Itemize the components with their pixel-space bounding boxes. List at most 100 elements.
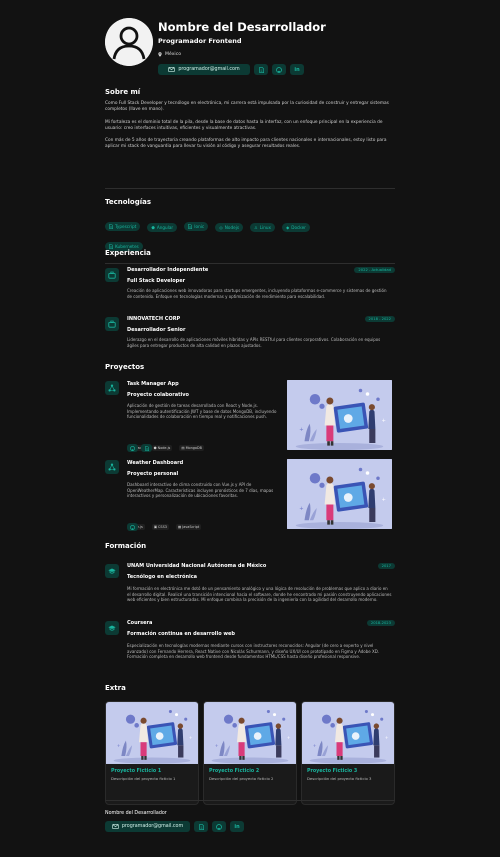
project-item: Weather Dashboard Proyecto personal Dash… (105, 459, 395, 533)
extra-card[interactable]: Proyecto Ficticio 1 Descripción del proy… (105, 701, 199, 805)
document-icon (259, 67, 264, 73)
github-icon (276, 67, 282, 73)
project-illustration (284, 459, 395, 529)
education-title: Formación (105, 542, 147, 550)
experience-position: Full Stack Developer (127, 278, 186, 284)
linkedin-icon: in (294, 66, 300, 73)
briefcase-icon (108, 271, 116, 279)
education-icon (105, 621, 119, 635)
experience-company: Desarrollador Independiente (127, 267, 209, 273)
tech-chips: Typescript ⬟ Angular Ionic ◎ Nodejs ♙ Linux… (105, 214, 355, 253)
project-github-button[interactable] (127, 523, 138, 531)
education-school: Coursera (127, 620, 153, 626)
project-type: Proyecto colaborativo (127, 392, 189, 398)
divider (105, 188, 395, 189)
tech-chip: ⬟ Angular (147, 223, 178, 232)
tech-tag: ▣ CSS3 (151, 524, 169, 530)
angular-icon: ⬟ (151, 225, 155, 230)
tech-chip: Ionic (184, 222, 209, 231)
tech-tag: ⬢ Node.js (151, 445, 173, 451)
about-paragraph-3: Con más de 5 años de trayectoria creando… (105, 138, 387, 150)
project-icon (105, 381, 119, 395)
extra-illustration (204, 702, 296, 764)
javascript-icon: ▦ (177, 525, 182, 529)
tech-tag: ▤ MongoDB (179, 445, 204, 451)
extra-card-image (302, 702, 394, 764)
education-school: UNAM Universidad Nacional Autónoma de Mé… (127, 563, 267, 569)
project-icon (105, 460, 119, 474)
location: México (158, 52, 181, 57)
footer: Nombre del Desarrollador programador@gma… (105, 811, 395, 832)
typescript-icon (109, 224, 113, 229)
education-degree: Tecnólogo en electrónica (127, 574, 198, 580)
github-icon (130, 446, 135, 451)
tech-chip: ◆ Docker (282, 223, 310, 232)
project-links (127, 444, 152, 452)
document-icon (199, 824, 204, 830)
education-description: Especialización en tecnologías modernas … (127, 643, 380, 660)
about-paragraph-1: Como Full Stack Developer y tecnólogo en… (105, 101, 389, 113)
experience-description: Creación de aplicaciones web innovadoras… (127, 288, 387, 299)
footer-email-text: programador@gmail.com (121, 824, 184, 829)
tech-chip: ♙ Linux (250, 223, 276, 232)
github-icon (130, 525, 135, 530)
project-image (284, 380, 395, 450)
experience-section: Experiencia (105, 249, 395, 264)
project-image (284, 459, 395, 529)
briefcase-icon (108, 320, 116, 328)
location-pin-icon (158, 52, 162, 57)
github-button[interactable] (272, 64, 286, 75)
footer-linkedin-button[interactable]: in (230, 821, 244, 832)
projects-section: Proyectos (105, 363, 395, 371)
divider (105, 263, 395, 264)
extra-card[interactable]: Proyecto Ficticio 3 Descripción del proy… (301, 701, 395, 805)
extra-illustration (106, 702, 198, 764)
extra-card-title: Proyecto Ficticio 1 (111, 769, 162, 774)
cv-button[interactable] (254, 64, 268, 75)
education-section: Formación (105, 542, 395, 550)
linkedin-button[interactable]: in (290, 64, 304, 75)
database-icon: ▤ (181, 446, 185, 450)
experience-date: 2022 - Actualidad (354, 267, 395, 273)
about-section: Sobre mí Como Full Stack Developer y tec… (105, 88, 395, 151)
education-date: 2018-2023 (366, 620, 395, 626)
experience-title: Experiencia (105, 249, 151, 257)
project-links (127, 523, 138, 531)
project-demo-button[interactable] (141, 444, 152, 452)
extra-card-image (204, 702, 296, 764)
graduation-cap-icon (108, 567, 116, 575)
project-name: Weather Dashboard (127, 460, 184, 466)
email-button[interactable]: programador@gmail.com (158, 64, 250, 75)
docker-icon: ◆ (286, 225, 290, 230)
experience-description: Liderazgo en el desarrollo de aplicacion… (127, 337, 381, 348)
project-tags: ▼Vue.js ▣CSS3 ▦JavaScript (127, 513, 203, 532)
experience-icon (105, 317, 119, 331)
page: Nombre del Desarrollador Programador Fro… (105, 0, 395, 832)
divider (105, 800, 395, 801)
tech-title: Tecnologías (105, 198, 152, 206)
extra-title: Extra (105, 684, 126, 692)
email-text: programador@gmail.com (178, 67, 240, 72)
project-github-button[interactable] (127, 444, 138, 452)
education-item: Coursera 2018-2023 Formación continua en… (105, 619, 395, 677)
experience-position: Desarrollador Senior (127, 327, 186, 333)
education-date: 2017 (377, 563, 395, 569)
projects-title: Proyectos (105, 363, 145, 371)
extra-card[interactable]: Proyecto Ficticio 2 Descripción del proy… (203, 701, 297, 805)
footer-cv-button[interactable] (194, 821, 208, 832)
profile-header: Nombre del Desarrollador Programador Fro… (105, 0, 395, 96)
developer-role: Programador Frontend (158, 37, 242, 45)
footer-github-button[interactable] (212, 821, 226, 832)
footer-email-button[interactable]: programador@gmail.com (105, 821, 190, 832)
education-icon (105, 564, 119, 578)
location-text: México (165, 52, 182, 57)
extra-card-description: Descripción del proyecto ficticio 2 (209, 776, 274, 781)
project-description: Aplicación de gestión de tareas desarrol… (127, 403, 277, 420)
education-item: UNAM Universidad Nacional Autónoma de Mé… (105, 562, 395, 618)
project-item: Task Manager App Proyecto colaborativo A… (105, 380, 395, 454)
extra-card-title: Proyecto Ficticio 2 (209, 769, 260, 774)
extra-card-title: Proyecto Ficticio 3 (307, 769, 358, 774)
tech-chip: Typescript (105, 222, 141, 231)
document-icon (145, 446, 149, 451)
linux-icon: ♙ (254, 225, 258, 230)
